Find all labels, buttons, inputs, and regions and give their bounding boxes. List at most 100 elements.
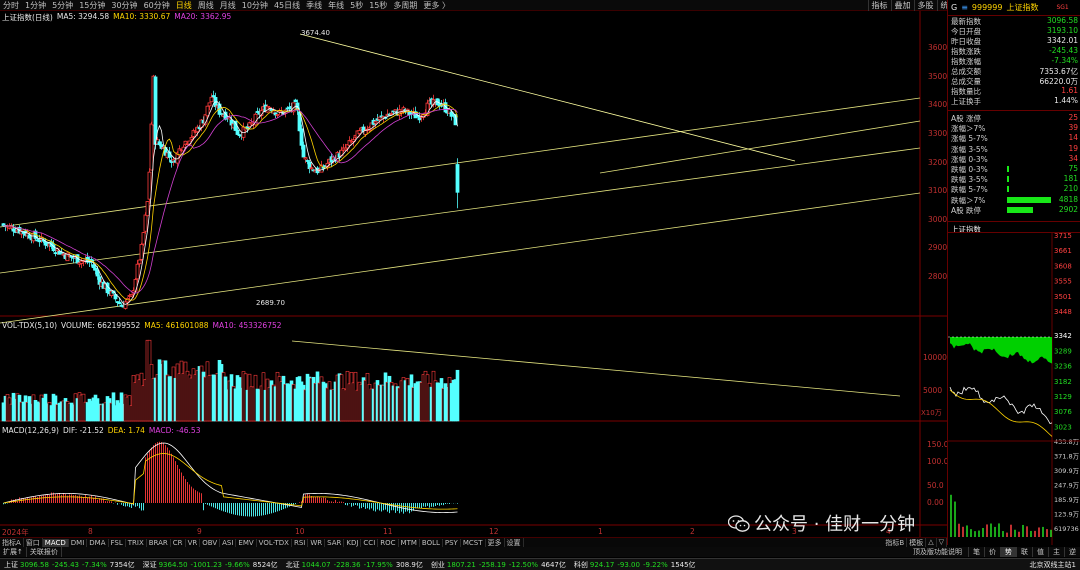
index-label: 深证 [142,560,157,569]
timeframe-10[interactable]: 45日线 [271,0,303,11]
right-panel-tab-1[interactable]: 价 [984,547,1000,557]
index-amount: 8524亿 [252,560,278,569]
breadth-value: 39 [1068,123,1078,133]
timeframe-11[interactable]: 季线 [303,0,325,11]
indicator-tab-24[interactable]: 更多 [486,537,505,548]
indicator-tab-25[interactable]: 设置 [505,537,524,548]
right-panel-tab-6[interactable]: 逆 [1064,547,1080,557]
server-status[interactable]: 北京双线主站1 [1026,560,1080,570]
timeframe-9[interactable]: 10分钟 [239,0,271,11]
indicator-tab-7[interactable]: BRAR [147,538,171,547]
timeframe-15[interactable]: 多周期 [390,0,420,11]
indicator-tab-21[interactable]: BOLL [420,538,443,547]
timeframe-3[interactable]: 15分钟 [76,0,108,11]
index-change: -228.36 [333,560,361,569]
timeframe-5[interactable]: 60分钟 [141,0,173,11]
indicator-tab-11[interactable]: ASI [220,538,237,547]
timeframe-16[interactable]: 更多 〉 [420,0,453,11]
index-status-0[interactable]: 上证 3096.58 -245.43 -7.34% 7354亿 [0,560,139,570]
indicator-tab-23[interactable]: MCST [461,538,486,547]
quote-row: 最新指数 3096.58 [951,16,1078,26]
index-value: 924.17 [589,560,615,569]
timeframe-12[interactable]: 年线 [325,0,347,11]
indicator-tab-2[interactable]: MACD [42,538,69,547]
indicator-tab-13[interactable]: VOL-TDX [257,538,292,547]
indicator-tab-6[interactable]: TRIX [126,538,147,547]
date-tick: 2 [690,527,695,536]
candle [307,159,312,174]
macd-legend: MACD(12,26,9) DIF: -21.52 DEA: 1.74 MACD… [2,426,200,435]
trendline-3 [299,33,796,162]
candle [149,121,154,171]
price-tick: 3200 [928,157,948,167]
price-tick: 3100 [928,186,948,196]
kline-chart[interactable] [0,11,947,538]
toolbar-button-1[interactable]: 叠加 [890,0,914,11]
right-panel-tab-0[interactable]: 笔 [968,547,984,557]
right-panel-tab-4[interactable]: 值 [1032,547,1048,557]
breadth-key: 涨幅 5-7% [951,134,988,144]
quote-row: 指数量比 1.61 [951,86,1078,96]
ma20-legend: MA20: 3362.95 [174,12,232,21]
timeframe-1[interactable]: 1分钟 [22,0,49,11]
tab-right-3[interactable]: ▽ [937,537,947,548]
indicator-tab-14[interactable]: RSI [292,538,309,547]
indicator-tab-1[interactable]: 窗口 [24,537,43,548]
timeframe-13[interactable]: 5秒 [347,0,366,11]
indicator-tab-16[interactable]: SAR [325,538,345,547]
index-status-1[interactable]: 深证 9364.50 -1001.23 -9.66% 8524亿 [139,560,282,570]
quote-header: G ≡ 999999 上证指数 SG1 [951,2,1069,13]
timeframe-2[interactable]: 5分钟 [49,0,76,11]
timeframe-14[interactable]: 15秒 [366,0,390,11]
price-tick: 3400 [928,100,948,110]
index-value: 1807.21 [446,560,476,569]
timeframe-6[interactable]: 日线 [173,0,195,11]
timeframe-0[interactable]: 分时 [0,0,22,11]
right-panel-tab-5[interactable]: 主 [1048,547,1064,557]
breadth-key: 跌幅 5-7% [951,185,988,195]
toolbar-button-2[interactable]: 多股 [913,0,937,11]
timeframe-7[interactable]: 周线 [195,0,217,11]
index-status-3[interactable]: 创业 1807.21 -258.19 -12.50% 4647亿 [427,560,570,570]
timeframe-4[interactable]: 30分钟 [108,0,140,11]
index-status-4[interactable]: 科创 924.17 -93.00 -9.22% 1545亿 [570,560,700,570]
tab-right-2[interactable]: △ [926,537,937,548]
candle [141,231,146,247]
timeframe-8[interactable]: 月线 [217,0,239,11]
indicator-tab-17[interactable]: KDJ [344,538,362,547]
indicator-tab-12[interactable]: EMV [236,538,257,547]
mini-intraday-chart[interactable]: 3715 3661 3608 3555 3501 3448 3342 3289 3236 3182… [948,233,1080,545]
indicator-tab-5[interactable]: FSL [109,538,126,547]
mini-vol-tick: 309.9万 [1054,467,1080,475]
ext-left-0[interactable]: 扩展↑ [0,547,27,557]
star-icon[interactable]: ≡ [961,3,968,12]
indicator-tab-19[interactable]: ROC [378,538,399,547]
indicator-tab-22[interactable]: PSY [443,538,461,547]
indicator-tab-18[interactable]: CCI [361,538,379,547]
indicator-tab-9[interactable]: VR [186,538,201,547]
breadth-value: 14 [1068,133,1078,143]
ma20-line [3,108,458,294]
quote-panel: G ≡ 999999 上证指数 SG1 最新指数 3096.58 今日开盘 3193.… [947,0,1080,545]
breadth-row: A股 涨停 25 [951,113,1078,123]
ext-feature-link[interactable]: 顶及版功能说明 [907,547,968,557]
indicator-tab-8[interactable]: CR [171,538,186,547]
indicator-tab-4[interactable]: DMA [87,538,109,547]
indicator-tab-20[interactable]: MTM [399,538,420,547]
breadth-key: 跌幅 3-5% [951,175,988,185]
indicator-tab-10[interactable]: OBV [200,538,221,547]
right-panel-tab-2[interactable]: 势 [1000,547,1016,557]
tab-right-0[interactable]: 指标B [883,537,908,548]
indicator-tab-15[interactable]: WR [308,538,326,547]
index-status-2[interactable]: 北证 1044.07 -228.36 -17.95% 308.9亿 [282,560,427,570]
low-label: 2689.70 [256,299,285,307]
indicator-tab-0[interactable]: 指标A [0,537,24,548]
index-amount: 1545亿 [670,560,696,569]
tab-right-1[interactable]: 模板 [907,537,927,548]
watermark-text: 公众号 · 佳财一分钟 [754,514,916,535]
index-pct: -17.95% [363,560,393,569]
ext-left-1[interactable]: 关联报价 [27,547,62,557]
right-panel-tab-3[interactable]: 联 [1016,547,1032,557]
toolbar-button-0[interactable]: 指标 [867,0,891,11]
indicator-tab-3[interactable]: DMI [69,538,88,547]
